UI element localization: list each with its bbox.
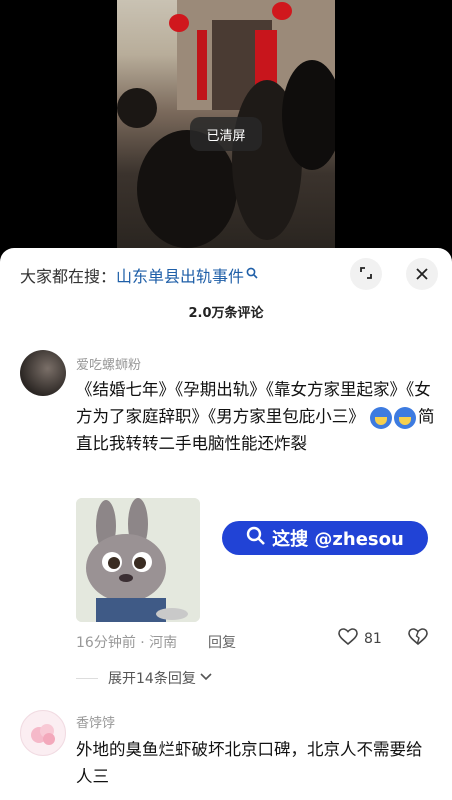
comment-username[interactable]: 香饽饽 <box>76 712 115 731</box>
lantern-right <box>272 2 292 20</box>
like-button[interactable]: 81 <box>338 628 382 650</box>
trending-search-row[interactable]: 大家都在搜： 山东单县出轨事件 <box>20 262 258 288</box>
reply-button[interactable]: 回复 <box>208 632 236 652</box>
search-icon <box>246 526 266 551</box>
comment-time-location: 16分钟前 · 河南 <box>76 635 178 651</box>
expand-icon <box>359 265 373 284</box>
chevron-down-icon <box>200 670 212 686</box>
trending-search-term[interactable]: 山东单县出轨事件 <box>116 263 244 287</box>
comment-count: 2.0万条评论 <box>188 306 264 321</box>
search-icon <box>246 267 258 283</box>
dislike-button[interactable] <box>408 628 428 651</box>
comment-sticker-image[interactable] <box>76 498 200 622</box>
avatar[interactable] <box>20 350 66 396</box>
comment-username[interactable]: 爱吃螺蛳粉 <box>76 354 141 373</box>
comments-sheet: 大家都在搜： 山东单县出轨事件 2.0万条评论 爱吃螺蛳粉 《结婚七年》《孕期出… <box>0 248 452 800</box>
heart-icon <box>338 628 358 650</box>
like-count: 81 <box>364 631 382 647</box>
crying-face-emoji <box>394 406 416 429</box>
crowd-head <box>117 88 157 128</box>
watermark-text: 这搜 @zhesou <box>272 529 404 550</box>
expand-button[interactable] <box>350 258 382 290</box>
expand-replies-label: 展开14条回复 <box>108 671 196 687</box>
video-area[interactable]: 已清屏 <box>0 0 452 248</box>
avatar[interactable] <box>20 710 66 756</box>
watermark-badge: 这搜 @zhesou <box>222 521 428 555</box>
close-button[interactable] <box>406 258 438 290</box>
lantern-left <box>169 14 189 32</box>
close-icon <box>416 265 428 284</box>
broken-heart-icon <box>408 628 428 651</box>
red-couplet-left <box>197 30 207 100</box>
comment-text: 《结婚七年》《孕期出轨》《靠女方家里起家》《女方为了家庭辞职》《男方家里包庇小三… <box>76 376 436 457</box>
crying-face-emoji <box>370 406 392 429</box>
divider <box>76 677 98 679</box>
expand-replies-button[interactable]: 展开14条回复 <box>76 668 212 688</box>
comment-text: 外地的臭鱼烂虾破坏北京口碑，北京人不需要给人三 <box>76 740 423 786</box>
screen-cleared-toast: 已清屏 <box>190 117 262 151</box>
crowd-head <box>282 60 335 170</box>
trending-search-prefix: 大家都在搜： <box>20 267 117 286</box>
